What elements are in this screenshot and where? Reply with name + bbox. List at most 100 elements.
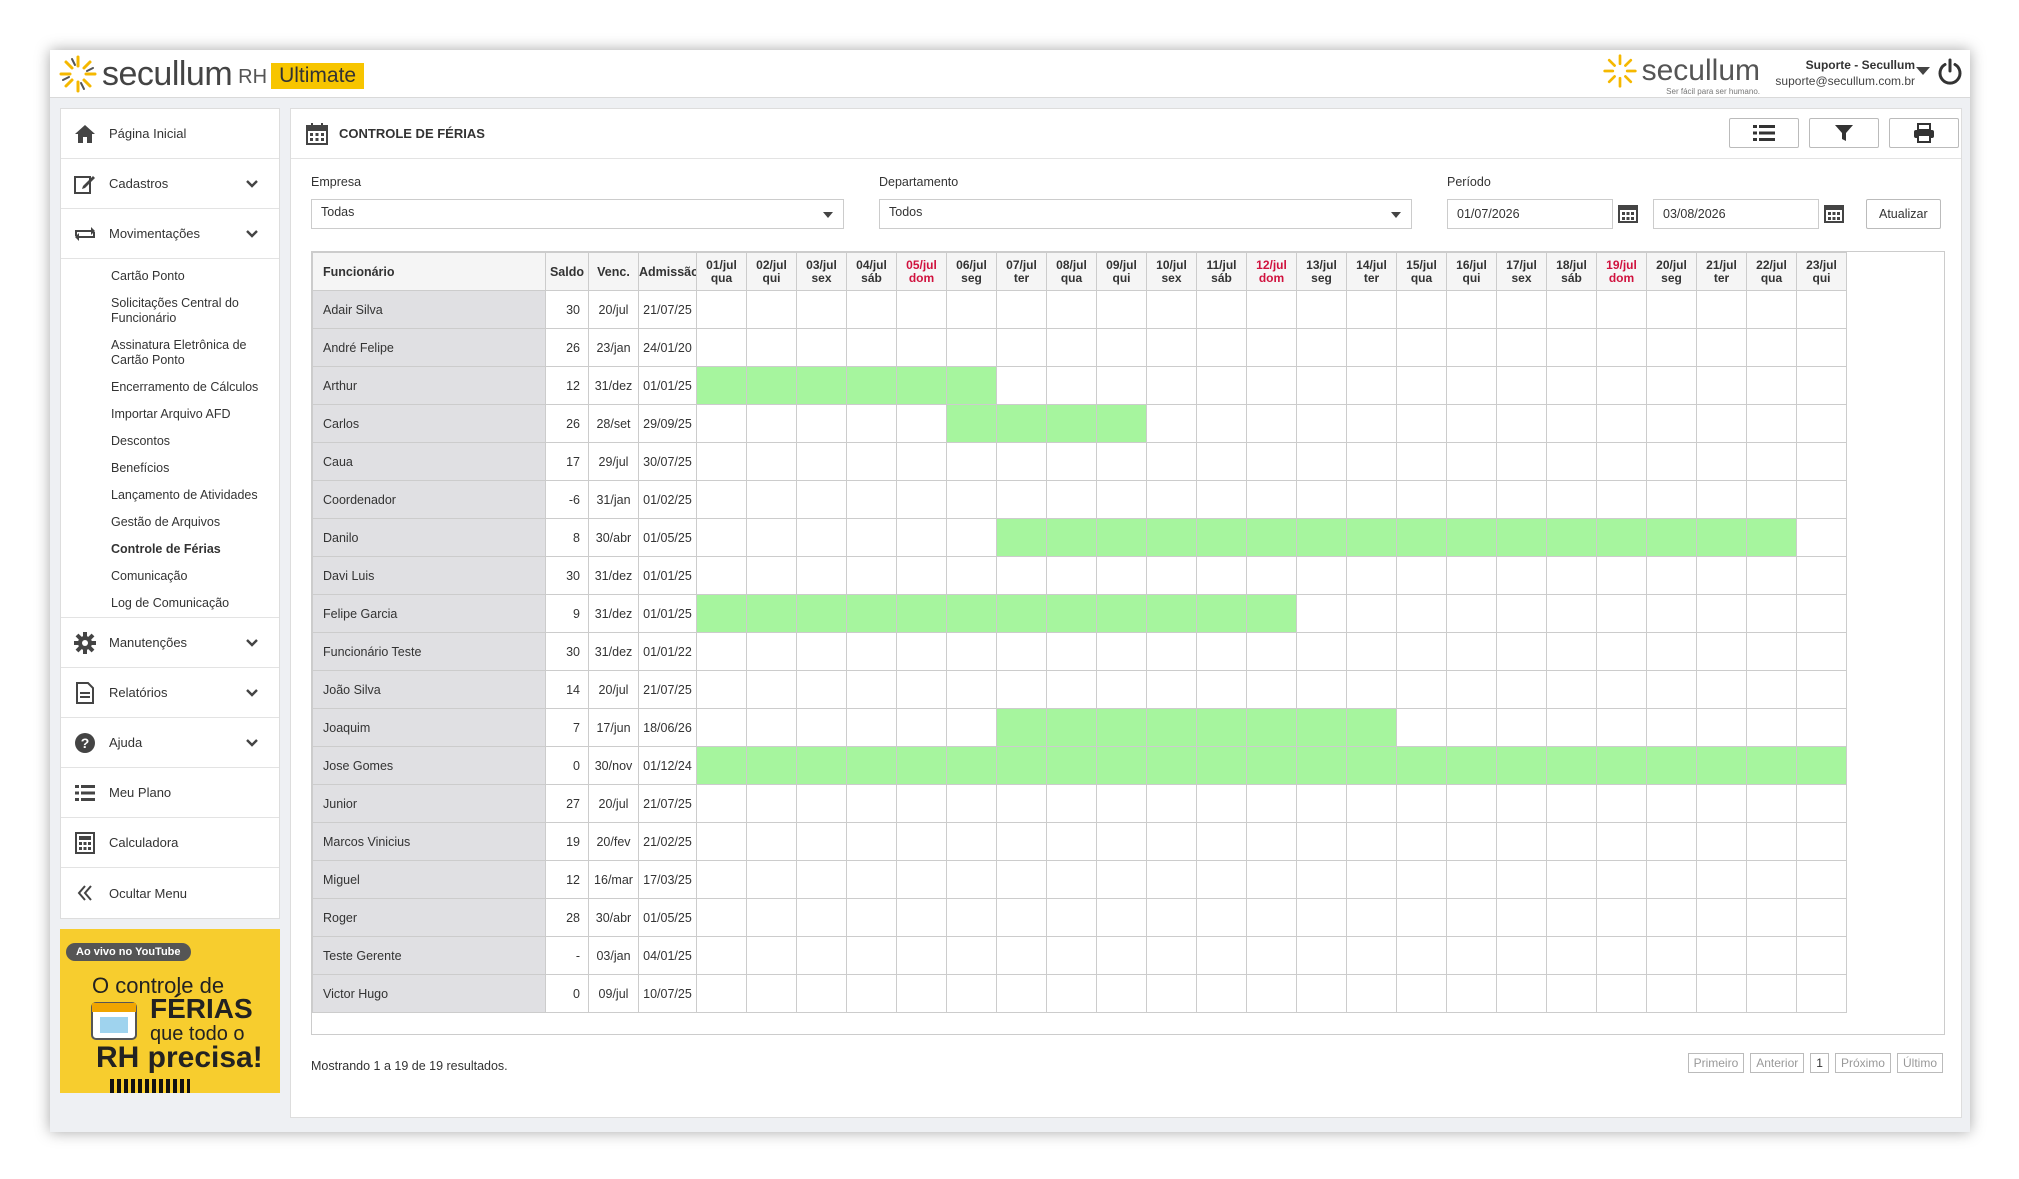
vacation-day-cell[interactable] xyxy=(1196,708,1247,747)
day-cell[interactable] xyxy=(996,556,1047,595)
day-cell[interactable] xyxy=(696,404,747,443)
day-cell[interactable] xyxy=(996,898,1047,937)
day-cell[interactable] xyxy=(1296,936,1347,975)
day-cell[interactable] xyxy=(1446,784,1497,823)
day-cell[interactable] xyxy=(946,328,997,367)
day-cell[interactable] xyxy=(846,518,897,557)
day-cell[interactable] xyxy=(1796,442,1847,481)
day-cell[interactable] xyxy=(1496,442,1547,481)
day-cell[interactable] xyxy=(1546,442,1597,481)
day-cell[interactable] xyxy=(1346,632,1397,671)
day-cell[interactable] xyxy=(1596,556,1647,595)
day-cell[interactable] xyxy=(1746,366,1797,405)
vacation-day-cell[interactable] xyxy=(1446,746,1497,785)
day-cell[interactable] xyxy=(796,404,847,443)
sidebar-item-relatorios[interactable]: Relatórios xyxy=(61,668,279,718)
day-cell[interactable] xyxy=(1196,442,1247,481)
day-cell[interactable] xyxy=(796,442,847,481)
day-cell[interactable] xyxy=(1346,328,1397,367)
day-cell[interactable] xyxy=(1046,366,1097,405)
day-cell[interactable] xyxy=(1446,974,1497,1013)
day-cell[interactable] xyxy=(896,442,947,481)
day-cell[interactable] xyxy=(1146,328,1197,367)
day-cell[interactable] xyxy=(896,860,947,899)
day-cell[interactable] xyxy=(1396,366,1447,405)
day-cell[interactable] xyxy=(1796,404,1847,443)
day-cell[interactable] xyxy=(1796,556,1847,595)
day-cell[interactable] xyxy=(1296,632,1347,671)
day-cell[interactable] xyxy=(696,670,747,709)
day-cell[interactable] xyxy=(1646,290,1697,329)
day-cell[interactable] xyxy=(1596,328,1647,367)
day-cell[interactable] xyxy=(1796,290,1847,329)
table-row[interactable]: Jose Gomes 0 30/nov 01/12/24 xyxy=(312,746,1847,785)
day-cell[interactable] xyxy=(996,442,1047,481)
day-cell[interactable] xyxy=(946,936,997,975)
calendar-icon[interactable] xyxy=(1824,203,1844,223)
day-cell[interactable] xyxy=(1746,784,1797,823)
filter-button[interactable] xyxy=(1809,118,1879,148)
vacation-table-container[interactable]: Funcionário Saldo Venc. Admissão 01/jul qua 02… xyxy=(311,251,1945,1035)
vacation-day-cell[interactable] xyxy=(1196,518,1247,557)
day-cell[interactable] xyxy=(1496,594,1547,633)
day-cell[interactable] xyxy=(1446,480,1497,519)
day-cell[interactable] xyxy=(996,936,1047,975)
day-cell[interactable] xyxy=(1696,936,1747,975)
day-cell[interactable] xyxy=(1446,632,1497,671)
day-cell[interactable] xyxy=(1646,936,1697,975)
day-cell[interactable] xyxy=(1196,822,1247,861)
next-page-button[interactable]: Próximo xyxy=(1834,1053,1891,1073)
day-cell[interactable] xyxy=(1196,898,1247,937)
day-cell[interactable] xyxy=(1546,404,1597,443)
day-cell[interactable] xyxy=(1296,822,1347,861)
day-cell[interactable] xyxy=(1196,366,1247,405)
day-cell[interactable] xyxy=(846,290,897,329)
day-cell[interactable] xyxy=(1596,404,1647,443)
day-cell[interactable] xyxy=(1596,632,1647,671)
day-cell[interactable] xyxy=(1646,366,1697,405)
day-cell[interactable] xyxy=(1596,442,1647,481)
day-cell[interactable] xyxy=(746,404,797,443)
day-cell[interactable] xyxy=(1446,594,1497,633)
day-cell[interactable] xyxy=(1296,860,1347,899)
vacation-day-cell[interactable] xyxy=(1046,518,1097,557)
day-cell[interactable] xyxy=(1496,974,1547,1013)
day-cell[interactable] xyxy=(896,404,947,443)
day-cell[interactable] xyxy=(1046,290,1097,329)
day-cell[interactable] xyxy=(1396,594,1447,633)
day-cell[interactable] xyxy=(1296,556,1347,595)
vacation-day-cell[interactable] xyxy=(1646,746,1697,785)
day-cell[interactable] xyxy=(1346,898,1397,937)
submenu-item[interactable]: Descontos xyxy=(61,428,279,455)
day-cell[interactable] xyxy=(896,784,947,823)
day-cell[interactable] xyxy=(746,708,797,747)
day-cell[interactable] xyxy=(846,556,897,595)
day-cell[interactable] xyxy=(1146,822,1197,861)
day-cell[interactable] xyxy=(1546,784,1597,823)
day-cell[interactable] xyxy=(1196,632,1247,671)
day-cell[interactable] xyxy=(1596,366,1647,405)
day-cell[interactable] xyxy=(746,442,797,481)
day-cell[interactable] xyxy=(1746,708,1797,747)
day-cell[interactable] xyxy=(1396,898,1447,937)
day-cell[interactable] xyxy=(896,898,947,937)
day-cell[interactable] xyxy=(1396,860,1447,899)
day-cell[interactable] xyxy=(1796,974,1847,1013)
day-cell[interactable] xyxy=(1446,708,1497,747)
day-cell[interactable] xyxy=(1096,974,1147,1013)
vacation-day-cell[interactable] xyxy=(946,594,997,633)
day-cell[interactable] xyxy=(1296,328,1347,367)
day-cell[interactable] xyxy=(1796,936,1847,975)
day-cell[interactable] xyxy=(846,936,897,975)
vacation-day-cell[interactable] xyxy=(1746,518,1797,557)
day-cell[interactable] xyxy=(1146,480,1197,519)
vacation-day-cell[interactable] xyxy=(1496,518,1547,557)
day-cell[interactable] xyxy=(1746,594,1797,633)
day-cell[interactable] xyxy=(1246,328,1297,367)
day-cell[interactable] xyxy=(846,328,897,367)
day-cell[interactable] xyxy=(1546,632,1597,671)
vacation-day-cell[interactable] xyxy=(1796,746,1847,785)
previous-page-button[interactable]: Anterior xyxy=(1750,1053,1805,1073)
day-cell[interactable] xyxy=(1596,860,1647,899)
day-cell[interactable] xyxy=(896,708,947,747)
